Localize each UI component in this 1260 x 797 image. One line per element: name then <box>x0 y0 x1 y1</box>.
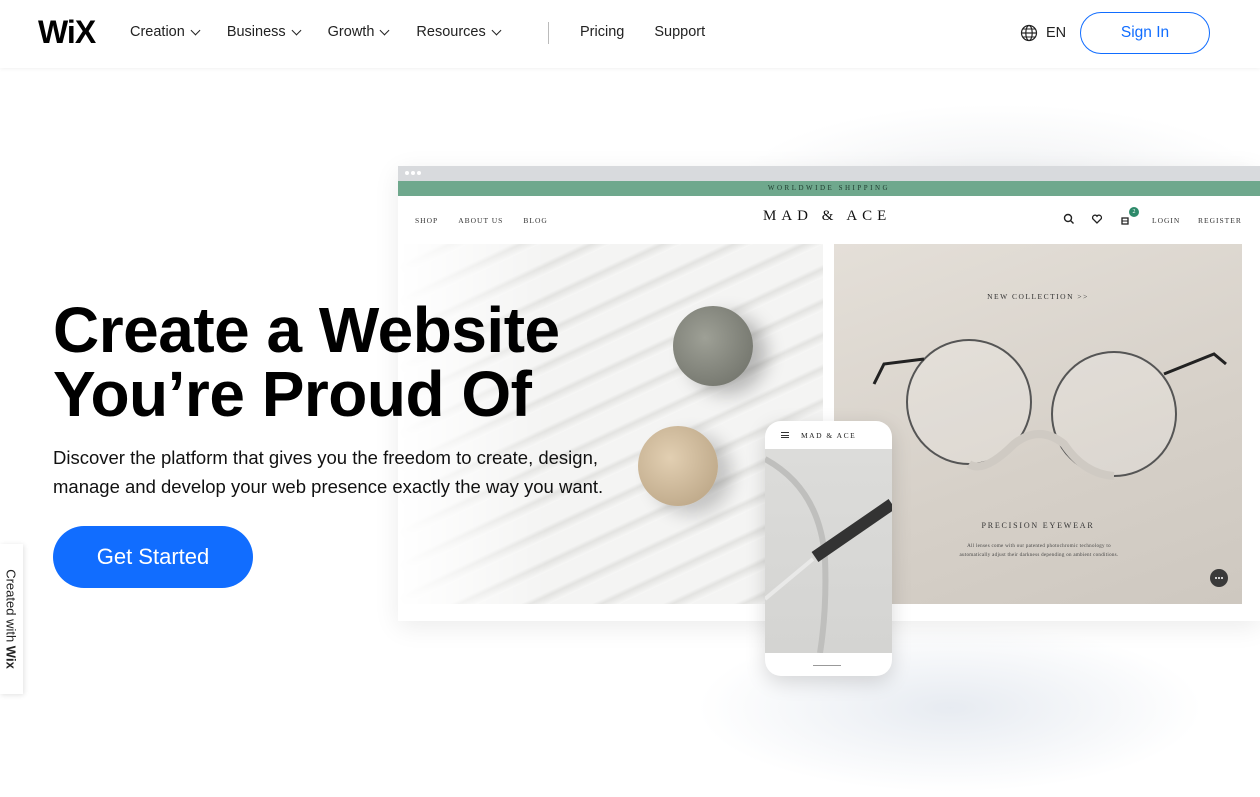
product-title: PRECISION EYEWEAR <box>981 521 1095 530</box>
search-icon <box>1063 213 1074 224</box>
nav-resources-label: Resources <box>416 24 486 40</box>
mobile-preview-mockup: MAD & ACE <box>765 421 892 676</box>
mockup-register: REGISTER <box>1198 216 1242 225</box>
mockup-brand: MAD & ACE <box>763 208 892 224</box>
product-description-line: automatically adjust their darkness depe… <box>959 553 1119 558</box>
hero-subtitle-line: manage and develop your web presence exa… <box>53 476 604 497</box>
hero-subtitle: Discover the platform that gives you the… <box>53 443 673 501</box>
product-description-line: All lenses come with our patented photoc… <box>967 544 1111 549</box>
hamburger-menu-icon <box>781 432 789 438</box>
created-with-brand: Wix <box>3 645 19 669</box>
lens-dark-image <box>673 306 753 386</box>
nav-business-label: Business <box>226 24 286 40</box>
created-with-prefix: Created with <box>3 569 19 646</box>
mockup-nav-shop: SHOP <box>415 216 439 225</box>
home-indicator <box>813 664 841 666</box>
created-with-wix-label: Created with Wix <box>4 569 19 669</box>
chat-icon <box>1210 569 1228 587</box>
mockup-nav: SHOP ABOUT US BLOG MAD & ACE 2 LOGIN REG… <box>398 196 1260 244</box>
phone-brand: MAD & ACE <box>801 431 857 440</box>
shipping-banner: WORLDWIDE SHIPPING <box>398 181 1260 196</box>
mockup-nav-blog: BLOG <box>523 216 548 225</box>
mockup-icons: 2 <box>1062 207 1146 226</box>
new-collection-link: NEW COLLECTION >> <box>987 292 1089 301</box>
chevron-down-icon <box>190 25 201 35</box>
hero-title-line: You’re Proud Of <box>53 358 532 430</box>
product-description: All lenses come with our patented photoc… <box>929 542 1149 560</box>
nav-resources[interactable]: Resources <box>416 24 502 40</box>
chevron-down-icon <box>491 25 502 35</box>
main-nav: Creation Business Growth Resources <box>130 24 502 40</box>
language-selector[interactable]: EN <box>1020 24 1066 42</box>
nav-links: Pricing Support <box>580 24 735 40</box>
eyewear-panel: NEW COLLECTION >> PRECISION EYEWEAR All … <box>834 244 1242 604</box>
chevron-down-icon <box>291 25 302 35</box>
hero-subtitle-line: Discover the platform that gives you the… <box>53 447 599 468</box>
hero-title-line: Create a Website <box>53 294 560 366</box>
globe-icon <box>1020 24 1038 42</box>
hero-title: Create a Website You’re Proud Of <box>53 298 560 426</box>
created-with-wix-badge[interactable]: Created with Wix <box>0 544 23 694</box>
nav-pricing[interactable]: Pricing <box>580 24 624 40</box>
window-dots <box>405 171 423 175</box>
heart-icon <box>1091 214 1103 224</box>
mockup-login: LOGIN <box>1152 216 1181 225</box>
phone-header: MAD & ACE <box>765 421 892 449</box>
mockup-nav-links: SHOP ABOUT US BLOG <box>415 216 568 225</box>
nav-growth[interactable]: Growth <box>327 24 390 40</box>
sign-in-button[interactable]: Sign In <box>1080 12 1210 54</box>
cart-icon: 2 <box>1118 207 1139 226</box>
glasses-image <box>872 339 1227 480</box>
language-label: EN <box>1046 25 1067 41</box>
nav-growth-label: Growth <box>327 24 375 40</box>
nav-support[interactable]: Support <box>654 24 705 40</box>
mockup-nav-about: ABOUT US <box>458 216 504 225</box>
nav-business[interactable]: Business <box>226 24 302 40</box>
nav-divider <box>548 22 549 44</box>
get-started-button[interactable]: Get Started <box>53 526 253 588</box>
cart-count-badge: 2 <box>1129 207 1139 217</box>
nav-creation[interactable]: Creation <box>130 24 201 40</box>
site-header: WiX Creation Business Growth Resources P… <box>0 0 1260 68</box>
nav-creation-label: Creation <box>130 24 185 40</box>
phone-product-image <box>765 449 892 654</box>
chevron-down-icon <box>379 25 390 35</box>
browser-bar <box>398 166 1260 181</box>
wix-logo[interactable]: WiX <box>38 14 96 51</box>
